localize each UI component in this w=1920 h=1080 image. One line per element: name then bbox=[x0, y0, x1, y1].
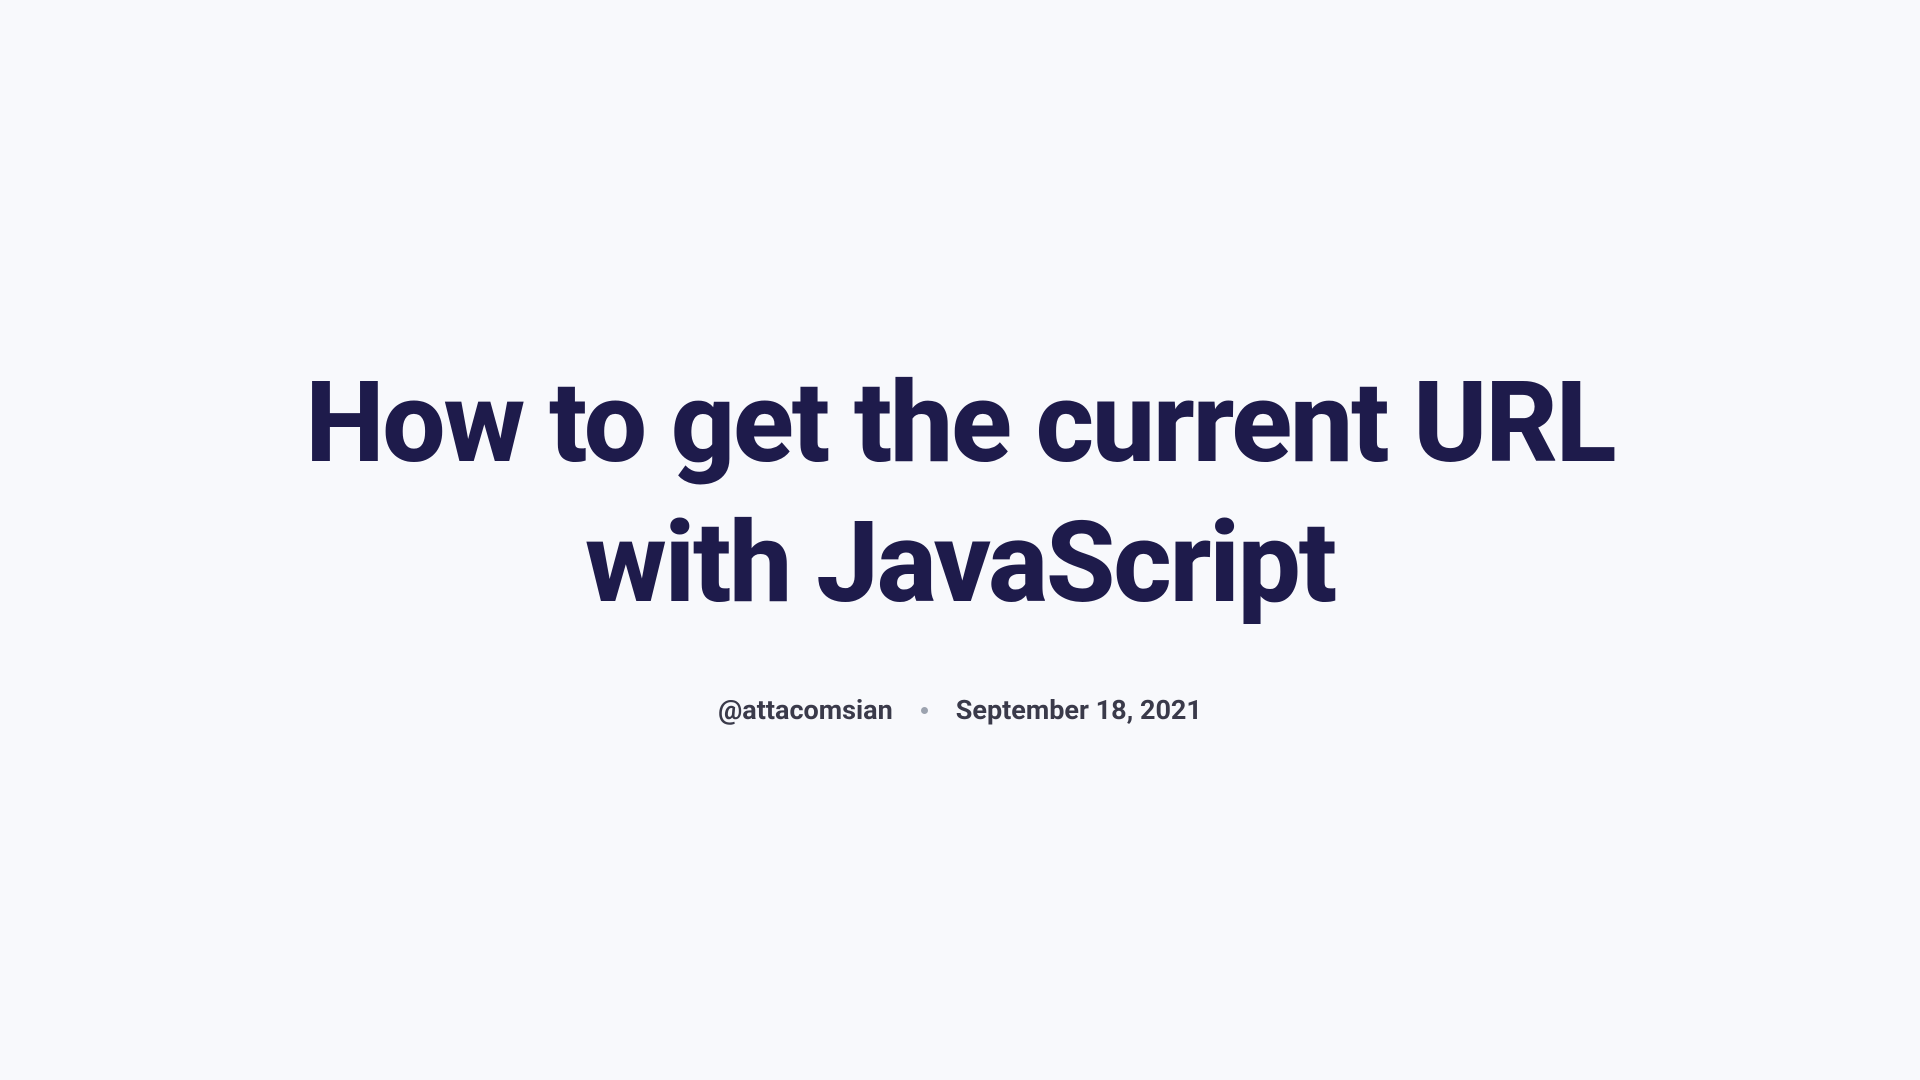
author-handle: @attacomsian bbox=[718, 694, 893, 726]
publish-date: September 18, 2021 bbox=[956, 694, 1202, 726]
separator-dot-icon bbox=[921, 707, 928, 714]
article-meta: @attacomsian September 18, 2021 bbox=[300, 694, 1620, 726]
article-header: How to get the current URL with JavaScri… bbox=[260, 354, 1660, 726]
article-title: How to get the current URL with JavaScri… bbox=[300, 354, 1620, 634]
